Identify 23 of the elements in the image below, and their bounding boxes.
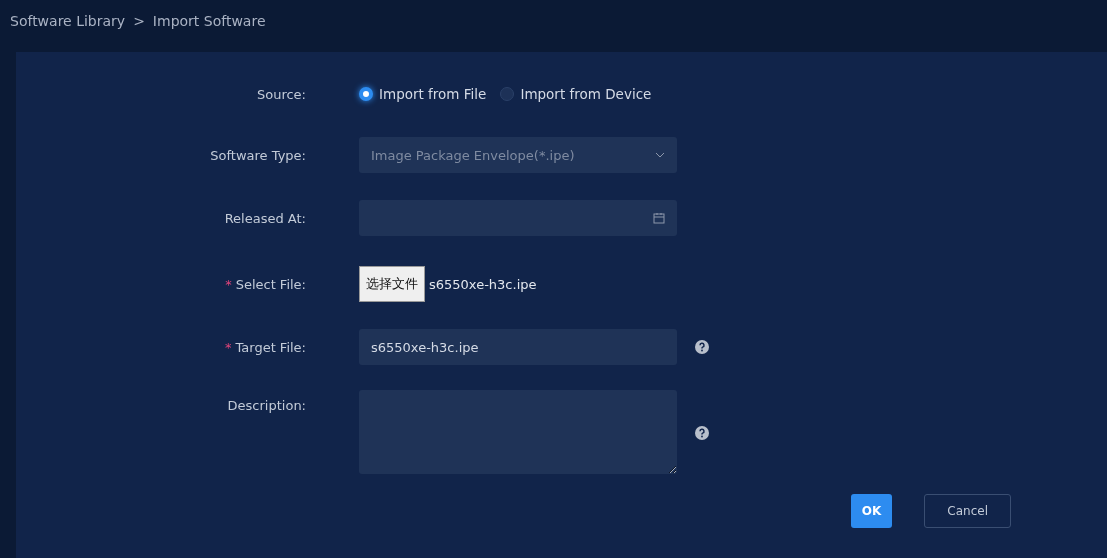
breadcrumb-item[interactable]: Software Library: [10, 13, 126, 29]
radio-option[interactable]: Import from File: [359, 86, 487, 102]
breadcrumb-item: Import Software: [152, 13, 266, 29]
field-label: Description:: [227, 398, 306, 413]
text-field[interactable]: s6550xe-h3c.ipe: [359, 329, 677, 365]
choose-file-button[interactable]: 选择文件: [359, 266, 425, 302]
radio-option[interactable]: Import from Device: [500, 86, 652, 102]
chevron-down-icon: [655, 152, 665, 158]
field-label: Released At:: [224, 210, 306, 226]
field-label: Source:: [256, 86, 306, 102]
calendar-icon: [653, 212, 665, 224]
date-field[interactable]: [359, 200, 677, 236]
field-label: Target File:: [235, 339, 306, 355]
help-icon[interactable]: [695, 426, 709, 440]
help-icon[interactable]: [695, 340, 709, 354]
field-label: Select File:: [235, 276, 306, 292]
description-field[interactable]: [359, 390, 677, 474]
field-label: Software Type:: [210, 147, 306, 163]
file-name: s6550xe-h3c.ipe: [429, 276, 537, 292]
breadcrumb-separator: >: [133, 13, 145, 29]
cancel-button[interactable]: Cancel: [924, 494, 1011, 528]
required-mark: *: [225, 276, 232, 292]
required-mark: *: [225, 339, 232, 355]
